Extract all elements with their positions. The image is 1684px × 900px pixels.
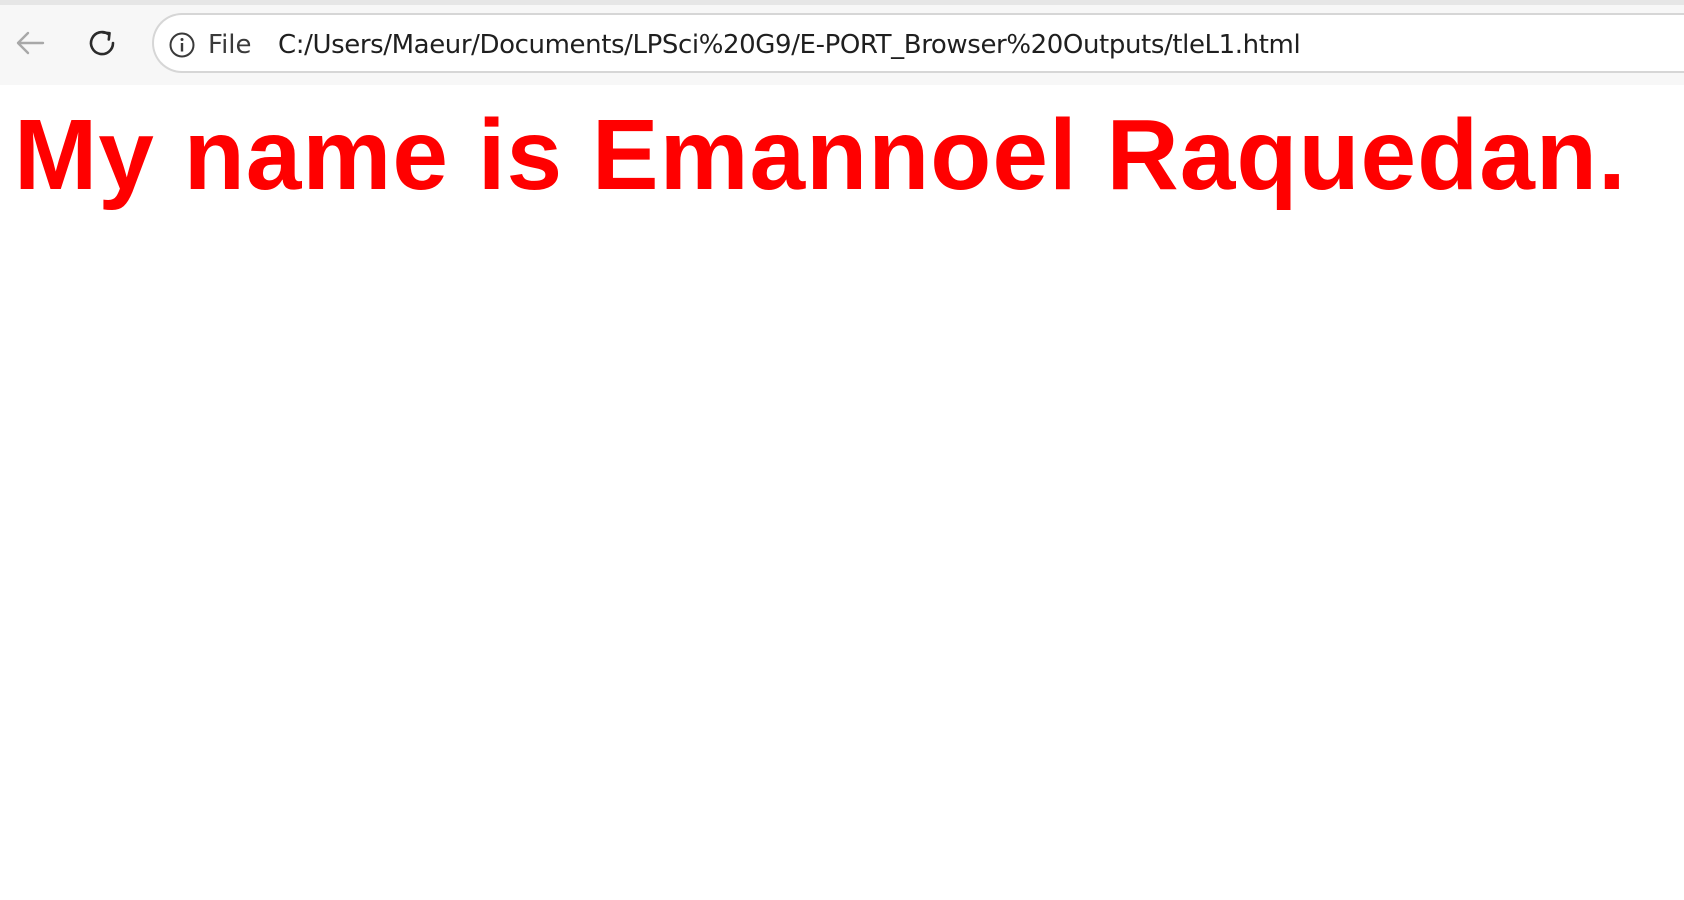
reload-button[interactable] — [80, 21, 124, 65]
url-text[interactable]: C:/Users/Maeur/Documents/LPSci%20G9/E-PO… — [278, 29, 1301, 61]
reload-icon — [89, 30, 115, 56]
info-icon[interactable] — [168, 31, 196, 59]
back-button[interactable] — [8, 21, 52, 65]
site-info-label[interactable]: File — [208, 29, 252, 61]
back-arrow-icon — [16, 31, 45, 55]
address-bar[interactable]: File C:/Users/Maeur/Documents/LPSci%20G9… — [152, 13, 1684, 73]
browser-toolbar: File C:/Users/Maeur/Documents/LPSci%20G9… — [0, 5, 1684, 85]
page-heading: My name is Emannoel Raquedan. — [14, 99, 1627, 211]
